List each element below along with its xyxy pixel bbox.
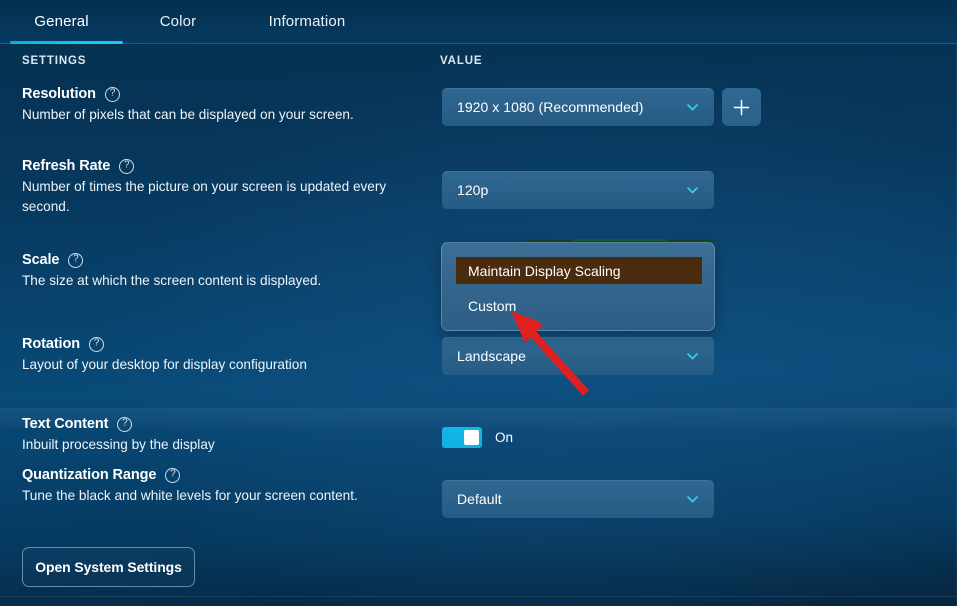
rotation-dropdown-value: Landscape xyxy=(457,348,526,364)
toggle-knob xyxy=(464,430,479,445)
setting-title-resolution: Resolution ? xyxy=(22,86,422,102)
resolution-dropdown-value: 1920 x 1080 (Recommended) xyxy=(457,99,643,115)
menu-top-accent xyxy=(573,239,668,241)
setting-row-resolution: Resolution ? Number of pixels that can b… xyxy=(22,86,422,125)
display-settings-window: General Color Information SETTINGS VALUE… xyxy=(0,0,957,606)
setting-title-text-content: Text Content ? xyxy=(22,416,422,432)
setting-label-resolution: Resolution xyxy=(22,86,96,102)
chevron-down-icon xyxy=(685,492,700,507)
menu-top-accent-right xyxy=(668,240,716,241)
chevron-down-icon xyxy=(685,349,700,364)
question-circle-icon[interactable]: ? xyxy=(105,87,120,102)
tab-list: General Color Information xyxy=(0,0,381,43)
setting-description-text-content: Inbuilt processing by the display xyxy=(22,435,392,455)
menu-item-maintain-display-scaling-label: Maintain Display Scaling xyxy=(468,263,621,279)
tab-information[interactable]: Information xyxy=(233,0,381,43)
question-circle-icon[interactable]: ? xyxy=(68,253,83,268)
footer-divider xyxy=(0,596,957,597)
menu-item-custom-label: Custom xyxy=(468,298,516,314)
tab-color-label: Color xyxy=(160,13,197,30)
setting-label-refresh-rate: Refresh Rate xyxy=(22,158,110,174)
setting-row-rotation: Rotation ? Layout of your desktop for di… xyxy=(22,336,422,375)
value-column-header: VALUE xyxy=(440,55,482,67)
setting-description-rotation: Layout of your desktop for display confi… xyxy=(22,355,392,375)
tab-information-label: Information xyxy=(269,13,346,30)
menu-top-accent-left xyxy=(525,240,573,241)
question-circle-icon[interactable]: ? xyxy=(117,417,132,432)
question-circle-icon[interactable]: ? xyxy=(165,468,180,483)
add-resolution-button[interactable] xyxy=(722,88,761,126)
text-content-toggle-group: On xyxy=(442,427,513,448)
tab-general[interactable]: General xyxy=(0,0,123,43)
setting-label-scale: Scale xyxy=(22,252,59,268)
open-system-settings-label: Open System Settings xyxy=(35,559,182,575)
quantization-range-dropdown-value: Default xyxy=(457,491,502,507)
rotation-dropdown[interactable]: Landscape xyxy=(442,337,714,375)
plus-icon xyxy=(732,98,751,117)
setting-title-quantization-range: Quantization Range ? xyxy=(22,467,422,483)
refresh-rate-dropdown-value: 120p xyxy=(457,182,488,198)
menu-item-maintain-display-scaling[interactable]: Maintain Display Scaling xyxy=(456,257,702,284)
text-content-toggle-state: On xyxy=(495,430,513,445)
setting-title-refresh-rate: Refresh Rate ? xyxy=(22,158,422,174)
setting-description-quantization-range: Tune the black and white levels for your… xyxy=(22,486,392,506)
setting-title-scale: Scale ? xyxy=(22,252,422,268)
chevron-down-icon xyxy=(685,100,700,115)
tab-bar: General Color Information xyxy=(0,0,957,44)
question-circle-icon[interactable]: ? xyxy=(119,159,134,174)
setting-description-resolution: Number of pixels that can be displayed o… xyxy=(22,105,392,125)
question-circle-icon[interactable]: ? xyxy=(89,337,104,352)
setting-description-refresh-rate: Number of times the picture on your scre… xyxy=(22,177,392,216)
menu-item-custom[interactable]: Custom xyxy=(456,292,702,319)
setting-label-text-content: Text Content xyxy=(22,416,108,432)
setting-title-rotation: Rotation ? xyxy=(22,336,422,352)
tab-color[interactable]: Color xyxy=(123,0,233,43)
resolution-dropdown[interactable]: 1920 x 1080 (Recommended) xyxy=(442,88,714,126)
tab-general-label: General xyxy=(34,13,88,30)
setting-row-quantization-range: Quantization Range ? Tune the black and … xyxy=(22,467,422,506)
open-system-settings-button[interactable]: Open System Settings xyxy=(22,547,195,587)
quantization-range-dropdown[interactable]: Default xyxy=(442,480,714,518)
setting-row-text-content: Text Content ? Inbuilt processing by the… xyxy=(22,416,422,455)
setting-label-rotation: Rotation xyxy=(22,336,80,352)
refresh-rate-dropdown[interactable]: 120p xyxy=(442,171,714,209)
text-content-toggle[interactable] xyxy=(442,427,482,448)
tab-bar-divider xyxy=(0,43,957,44)
chevron-down-icon xyxy=(685,183,700,198)
setting-label-quantization-range: Quantization Range xyxy=(22,467,156,483)
scale-dropdown-menu: Maintain Display Scaling Custom xyxy=(441,242,715,331)
settings-column-header: SETTINGS xyxy=(22,55,86,67)
setting-row-refresh-rate: Refresh Rate ? Number of times the pictu… xyxy=(22,158,422,216)
setting-description-scale: The size at which the screen content is … xyxy=(22,271,392,291)
setting-row-scale: Scale ? The size at which the screen con… xyxy=(22,252,422,291)
